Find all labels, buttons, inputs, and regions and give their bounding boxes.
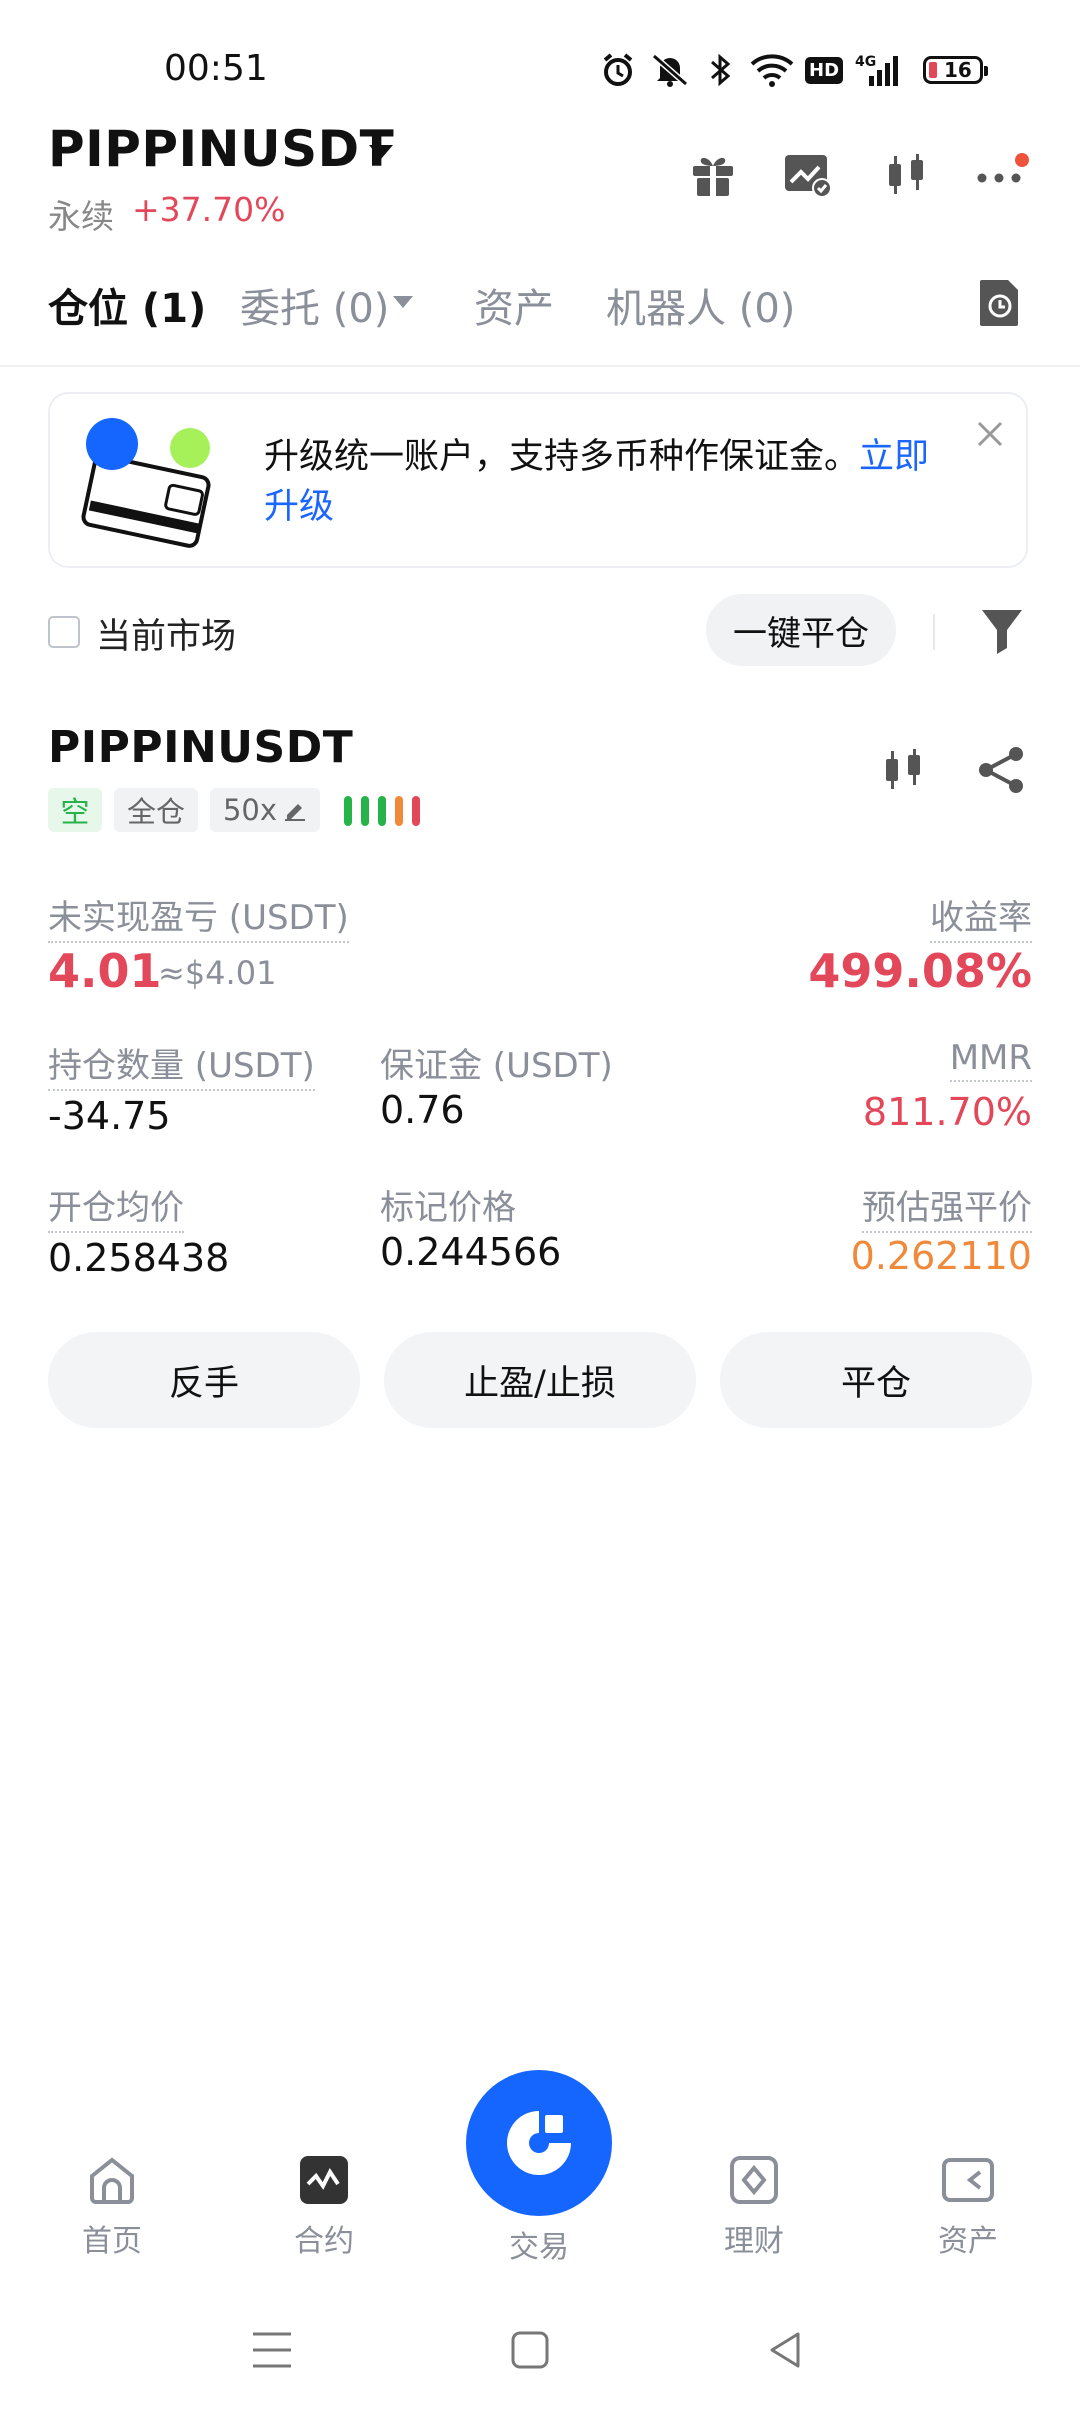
alarm-icon xyxy=(598,50,638,90)
current-market-label[interactable]: 当前市场 xyxy=(96,608,236,659)
position-size-value: -34.75 xyxy=(48,1094,171,1138)
wallet-illustration-icon xyxy=(78,414,228,558)
nav-home-label: 首页 xyxy=(82,2224,142,2259)
earn-icon xyxy=(724,2150,784,2210)
orders-dropdown-icon[interactable] xyxy=(392,294,414,313)
more-icon[interactable] xyxy=(972,145,1032,205)
trade-icon xyxy=(507,2111,571,2175)
history-icon[interactable] xyxy=(978,278,1022,332)
hd-icon: HD xyxy=(805,50,844,90)
battery-icon: 16 xyxy=(918,50,988,90)
edit-icon xyxy=(285,804,306,821)
nav-home[interactable]: 首页 xyxy=(42,2150,182,2260)
leverage-tag[interactable]: 50x xyxy=(210,788,320,832)
liquidation-price-value: 0.262110 xyxy=(850,1234,1032,1278)
current-market-checkbox[interactable] xyxy=(48,616,80,648)
nav-assets-label: 资产 xyxy=(938,2224,998,2259)
tab-divider xyxy=(0,365,1080,367)
signal-icon: 4G xyxy=(854,50,904,90)
margin-label: 保证金 (USDT) xyxy=(380,1046,613,1086)
mmr-label[interactable]: MMR xyxy=(949,1038,1032,1082)
home-square-icon[interactable] xyxy=(500,2320,560,2380)
nav-futures-label: 合约 xyxy=(294,2224,354,2259)
entry-price-label[interactable]: 开仓均价 xyxy=(48,1180,184,1233)
nav-trade-label[interactable]: 交易 xyxy=(466,2222,612,2266)
bluetooth-icon xyxy=(704,50,736,90)
unrealized-pnl-value: 4.01 xyxy=(48,944,162,998)
roe-label[interactable]: 收益率 xyxy=(930,890,1032,943)
contract-type: 永续 xyxy=(48,197,114,236)
menu-icon[interactable] xyxy=(242,2320,302,2380)
unrealized-pnl-usd: ≈$4.01 xyxy=(158,954,277,992)
filter-divider xyxy=(933,614,935,650)
wallet-icon xyxy=(938,2150,998,2210)
unrealized-pnl-label[interactable]: 未实现盈亏 (USDT) xyxy=(48,890,349,943)
nav-assets[interactable]: 资产 xyxy=(898,2150,1038,2260)
tab-assets[interactable]: 资产 xyxy=(474,276,554,334)
futures-icon xyxy=(294,2150,354,2210)
close-all-button[interactable]: 一键平仓 xyxy=(706,594,896,666)
tab-positions[interactable]: 仓位 (1) xyxy=(48,276,206,334)
position-chart-icon[interactable] xyxy=(878,744,928,800)
position-symbol[interactable]: PIPPINUSDT xyxy=(48,722,353,773)
position-size-label[interactable]: 持仓数量 (USDT) xyxy=(48,1038,315,1091)
mute-icon xyxy=(648,50,692,90)
svg-text:4G: 4G xyxy=(855,54,876,70)
reverse-button[interactable]: 反手 xyxy=(48,1332,360,1428)
filter-icon[interactable] xyxy=(980,606,1024,660)
pair-title[interactable]: PIPPINUSDT xyxy=(48,120,394,178)
hd-label: HD xyxy=(805,56,844,84)
close-icon[interactable] xyxy=(976,420,1004,452)
home-icon xyxy=(82,2150,142,2210)
tab-bots[interactable]: 机器人 (0) xyxy=(606,276,795,334)
close-position-button[interactable]: 平仓 xyxy=(720,1332,1032,1428)
margin-mode-tag[interactable]: 全仓 xyxy=(114,788,198,832)
mark-price-label: 标记价格 xyxy=(380,1188,516,1228)
gift-icon[interactable] xyxy=(683,145,743,205)
nav-futures[interactable]: 合约 xyxy=(254,2150,394,2260)
margin-value[interactable]: 0.76 xyxy=(380,1088,465,1132)
roe-value: 499.08% xyxy=(808,944,1032,998)
nav-earn-label: 理财 xyxy=(724,2224,784,2259)
chart-icon[interactable] xyxy=(778,145,838,205)
battery-level: 16 xyxy=(944,58,972,82)
share-icon[interactable] xyxy=(976,744,1026,800)
pair-dropdown-icon[interactable] xyxy=(368,143,394,165)
status-time: 00:51 xyxy=(164,48,268,89)
mmr-value: 811.70% xyxy=(862,1090,1032,1134)
tab-orders[interactable]: 委托 (0) xyxy=(240,276,389,334)
nav-earn[interactable]: 理财 xyxy=(684,2150,824,2260)
candlestick-icon[interactable] xyxy=(876,145,936,205)
mark-price-value: 0.244566 xyxy=(380,1230,562,1274)
trade-button[interactable] xyxy=(466,2070,612,2216)
liquidation-price-label[interactable]: 预估强平价 xyxy=(862,1180,1032,1233)
tp-sl-button[interactable]: 止盈/止损 xyxy=(384,1332,696,1428)
side-tag: 空 xyxy=(48,788,102,832)
price-change: +37.70% xyxy=(132,190,286,229)
leverage-label: 50x xyxy=(222,793,278,827)
wifi-icon xyxy=(748,50,796,90)
back-icon[interactable] xyxy=(756,2320,816,2380)
banner-text: 升级统一账户，支持多币种作保证金。 xyxy=(264,437,860,477)
entry-price-value: 0.258438 xyxy=(48,1236,230,1280)
risk-indicator-icon xyxy=(342,794,428,832)
